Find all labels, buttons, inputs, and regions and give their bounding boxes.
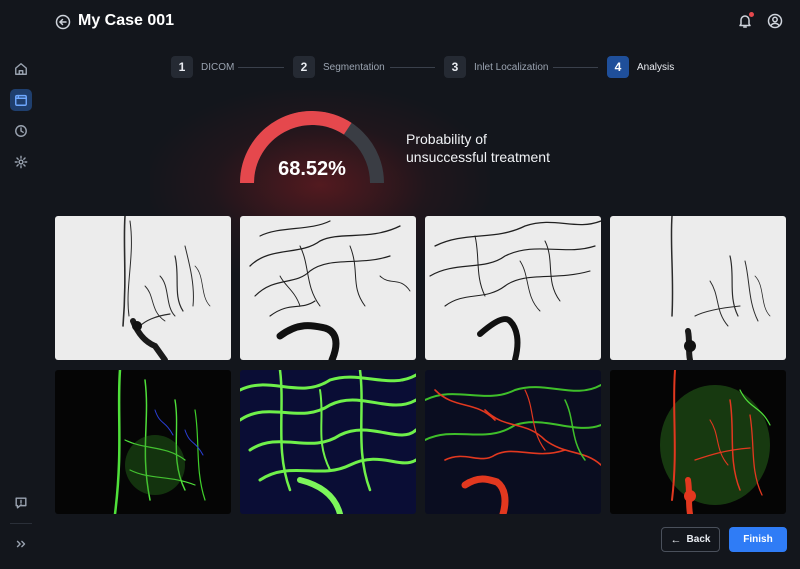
step-label: Analysis (637, 62, 674, 73)
angiogram-frontal-2 (610, 216, 786, 360)
step-analysis[interactable]: 4 Analysis (607, 56, 674, 78)
sidebar-item-settings[interactable] (10, 151, 32, 173)
sidebar-item-feedback[interactable] (10, 492, 32, 514)
angiogram-image[interactable] (55, 216, 231, 360)
step-connector (238, 67, 284, 68)
notification-dot (749, 12, 754, 17)
angiogram-image[interactable] (240, 216, 416, 360)
sidebar-item-cases[interactable] (10, 89, 32, 111)
page-title: My Case 001 (78, 12, 174, 30)
settings-icon (14, 155, 28, 169)
finish-button-label: Finish (743, 534, 772, 545)
probability-label-line2: unsuccessful treatment (406, 148, 550, 166)
step-number: 3 (444, 56, 466, 78)
step-number: 2 (293, 56, 315, 78)
probability-label: Probability of unsuccessful treatment (406, 130, 550, 166)
folder-icon (14, 93, 28, 107)
step-label: Inlet Localization (474, 62, 549, 73)
sidebar-divider (10, 523, 32, 524)
sidebar-expand-button[interactable] (10, 533, 32, 555)
segmentation-image[interactable] (55, 370, 231, 514)
step-segmentation[interactable]: 2 Segmentation (293, 56, 385, 78)
finish-button[interactable]: Finish (729, 527, 787, 552)
angiogram-frontal-1 (55, 216, 231, 360)
feedback-icon (14, 496, 28, 510)
back-button[interactable]: ← Back (661, 527, 720, 552)
segmentation-lateral-2 (425, 370, 601, 514)
angiogram-lateral-1 (240, 216, 416, 360)
step-inlet-localization[interactable]: 3 Inlet Localization (444, 56, 549, 78)
step-dicom[interactable]: 1 DICOM (171, 56, 234, 78)
probability-value: 68.52% (258, 158, 366, 181)
notifications-button[interactable] (737, 13, 753, 29)
step-number: 1 (171, 56, 193, 78)
sidebar-item-history[interactable] (10, 120, 32, 142)
angiogram-image[interactable] (610, 216, 786, 360)
step-connector (553, 67, 598, 68)
user-icon (767, 13, 783, 29)
angiogram-image[interactable] (425, 216, 601, 360)
home-icon (14, 62, 28, 76)
segmentation-frontal-1 (55, 370, 231, 514)
segmentation-image[interactable] (240, 370, 416, 514)
user-menu-button[interactable] (767, 13, 783, 29)
step-label: Segmentation (323, 62, 385, 73)
angiogram-lateral-2 (425, 216, 601, 360)
sidebar-item-home[interactable] (10, 58, 32, 80)
arrow-left-icon: ← (671, 534, 682, 546)
sidebar (0, 0, 42, 569)
probability-label-line1: Probability of (406, 130, 550, 148)
expand-icon (14, 537, 28, 551)
back-arrow-circle-icon (55, 14, 71, 30)
step-connector (390, 67, 435, 68)
segmentation-lateral-1 (240, 370, 416, 514)
back-button-label: Back (687, 534, 711, 545)
step-label: DICOM (201, 62, 234, 73)
segmentation-frontal-2 (610, 370, 786, 514)
step-number: 4 (607, 56, 629, 78)
history-icon (14, 124, 28, 138)
segmentation-image[interactable] (425, 370, 601, 514)
header-back-button[interactable] (55, 14, 71, 30)
segmentation-image[interactable] (610, 370, 786, 514)
